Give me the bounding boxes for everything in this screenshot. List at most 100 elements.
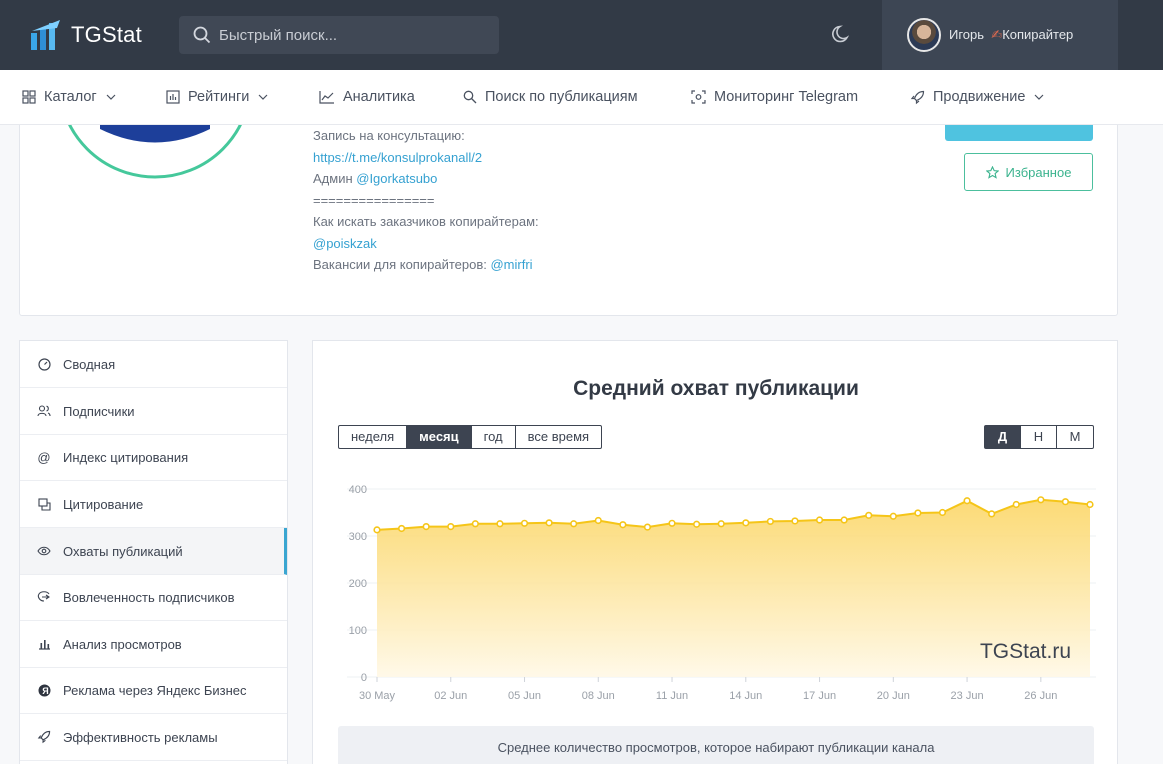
sidebar-item-post-reach[interactable]: Охваты публикаций (20, 528, 287, 575)
data-point[interactable] (938, 508, 947, 517)
sidebar-item-citation[interactable]: Цитирование (20, 481, 287, 528)
main-nav: Каталог Рейтинги Аналитика Поиск по публ… (0, 70, 1163, 125)
chevron-down-icon (258, 94, 268, 100)
data-point[interactable] (643, 523, 652, 531)
period-week[interactable]: неделя (339, 426, 408, 448)
pen-icon: ✍ (991, 27, 1003, 42)
logo-text: TGStat (71, 21, 142, 47)
logo-icon (31, 20, 60, 50)
admin-link[interactable]: @Igorkatsubo (356, 171, 437, 186)
y-tick-label: 100 (349, 625, 367, 637)
eye-icon (37, 544, 51, 558)
chevron-down-icon (106, 94, 116, 100)
data-point[interactable] (889, 512, 897, 520)
reach-area-chart: 0 100 200 300 400 30 May 02 Jun 05 Jun 08 Jun 11… (347, 484, 1096, 702)
data-point[interactable] (496, 520, 504, 528)
user-menu[interactable]: Игорь ✍Копирайтер (882, 0, 1118, 70)
data-point[interactable] (594, 516, 602, 525)
data-point[interactable] (373, 526, 381, 534)
data-point[interactable] (471, 520, 479, 528)
x-tick-label: 20 Jun (877, 690, 910, 702)
bar-chart-icon (37, 637, 51, 651)
data-point[interactable] (1061, 498, 1070, 506)
nav-search-posts[interactable]: Поиск по публикациям (463, 89, 638, 105)
chart-caption: Среднее количество просмотров, которое н… (338, 726, 1094, 764)
granularity-switch: Д Н М (984, 425, 1094, 449)
nav-ratings[interactable]: Рейтинги (166, 89, 276, 105)
data-point[interactable] (963, 497, 971, 505)
data-point[interactable] (570, 520, 578, 528)
period-month[interactable]: месяц (407, 426, 472, 448)
nav-analytics[interactable]: Аналитика (319, 89, 415, 105)
x-tick-label: 26 Jun (1024, 690, 1057, 702)
sidebar-item-yandex-ads[interactable]: Я Реклама через Яндекс Бизнес (20, 667, 287, 714)
stats-sidebar: Сводная Подписчики @ Индекс цитирования … (19, 340, 288, 764)
sidebar-item-subscribers[interactable]: Подписчики (20, 388, 287, 435)
search-input[interactable]: Быстрый поиск... (179, 16, 499, 54)
star-icon (985, 165, 999, 179)
x-tick-label: 30 May (359, 690, 396, 702)
grid-icon (22, 90, 36, 104)
sidebar-item-ad-efficiency[interactable]: Эффективность рекламы (20, 714, 287, 761)
data-point[interactable] (766, 517, 774, 526)
x-tick-label: 05 Jun (508, 690, 541, 702)
nav-catalog[interactable]: Каталог (22, 89, 124, 105)
mirfri-link[interactable]: @mirfri (490, 257, 532, 272)
data-point[interactable] (914, 509, 922, 517)
data-point[interactable] (1086, 500, 1094, 509)
data-point[interactable] (545, 519, 553, 527)
logo[interactable]: TGStat (30, 19, 142, 50)
svg-text:Я: Я (42, 686, 48, 696)
sidebar-item-engagement[interactable]: Вовлеченность подписчиков (20, 574, 287, 621)
nav-monitoring[interactable]: Мониторинг Telegram (691, 89, 858, 105)
data-point[interactable] (988, 510, 996, 518)
granularity-week[interactable]: Н (1021, 426, 1057, 448)
x-tick-label: 14 Jun (729, 690, 762, 702)
data-point[interactable] (1012, 500, 1020, 509)
search-icon (193, 26, 211, 44)
x-tick-label: 17 Jun (803, 690, 836, 702)
monitor-icon (691, 90, 706, 104)
data-point[interactable] (422, 522, 430, 531)
data-point[interactable] (742, 519, 750, 527)
sidebar-item-views-analysis[interactable]: Анализ просмотров (20, 621, 287, 668)
data-point[interactable] (840, 516, 848, 524)
data-point[interactable] (865, 511, 873, 519)
period-year[interactable]: год (472, 426, 516, 448)
granularity-month[interactable]: М (1057, 426, 1093, 448)
consult-link[interactable]: https://t.me/konsulprokanall/2 (313, 150, 482, 165)
yandex-icon: Я (37, 683, 51, 697)
dashboard-icon (37, 357, 51, 371)
nav-promotion[interactable]: Продвижение (910, 89, 1052, 105)
favorite-button[interactable]: Избранное (964, 153, 1093, 191)
chart-title: Средний охват публикации (573, 377, 859, 400)
data-point[interactable] (619, 521, 627, 529)
data-point[interactable] (397, 524, 406, 533)
at-icon: @ (37, 449, 51, 465)
user-name: Игорь ✍Копирайтер (949, 27, 1074, 42)
x-tick-label: 11 Jun (656, 690, 688, 702)
y-tick-label: 200 (349, 578, 367, 590)
data-point[interactable] (520, 519, 529, 527)
data-point[interactable] (668, 519, 676, 527)
search-placeholder: Быстрый поиск... (219, 26, 338, 44)
sidebar-item-summary[interactable]: Сводная (20, 341, 287, 388)
sidebar-item-citation-index[interactable]: @ Индекс цитирования (20, 434, 287, 481)
line-chart-icon (319, 91, 334, 104)
watermark: TGStat.ru (980, 640, 1071, 663)
y-tick-label: 0 (361, 672, 367, 684)
data-point[interactable] (791, 517, 799, 525)
granularity-day[interactable]: Д (985, 426, 1021, 448)
poiskzak-link[interactable]: @poiskzak (313, 236, 377, 251)
data-point[interactable] (1037, 496, 1045, 504)
period-all-time[interactable]: все время (516, 426, 601, 448)
data-point[interactable] (447, 522, 455, 531)
theme-toggle[interactable] (832, 24, 852, 49)
data-point[interactable] (693, 520, 701, 528)
x-tick-label: 08 Jun (582, 690, 615, 702)
channel-description: Запись на консультацию: https://t.me/kon… (313, 128, 539, 272)
data-point[interactable] (717, 520, 725, 528)
channel-card: Запись на консультацию: https://t.me/kon… (19, 100, 1118, 316)
data-point[interactable] (815, 516, 824, 524)
x-tick-label: 02 Jun (434, 690, 467, 702)
